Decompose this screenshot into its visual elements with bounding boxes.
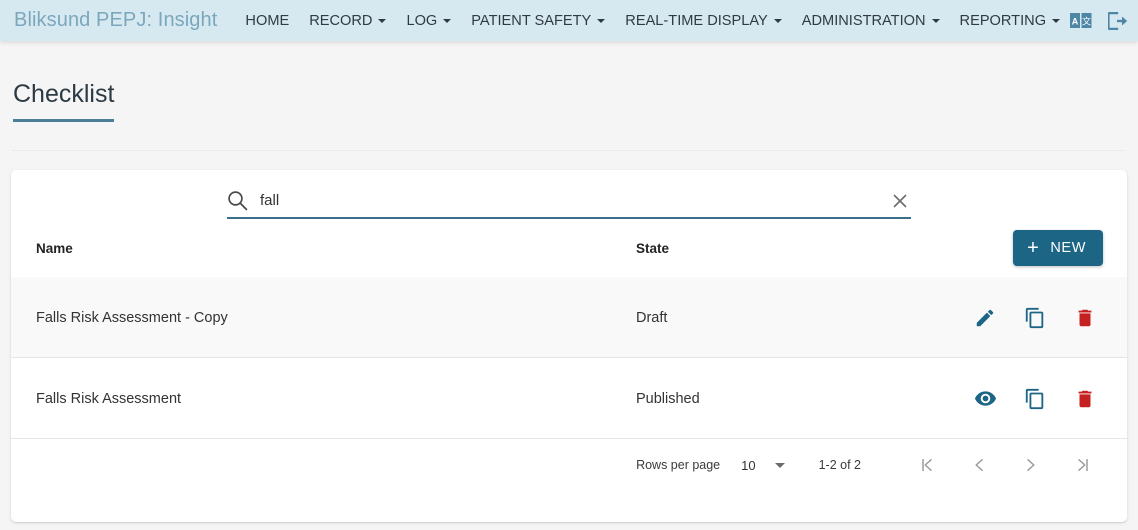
next-page-icon[interactable] [1011, 445, 1051, 485]
paginator: Rows per page 10 1-2 of 2 [11, 439, 1127, 491]
nav-right-actions: A 文 [1070, 11, 1134, 30]
edit-icon[interactable] [973, 306, 997, 330]
chevron-down-icon [597, 18, 606, 23]
chevron-down-icon [378, 18, 387, 23]
nav-item-label: REAL-TIME DISPLAY [625, 12, 768, 29]
brand-logo[interactable]: Bliksund PEPJ: Insight [14, 9, 217, 32]
table-row[interactable]: Falls Risk Assessment Published [11, 358, 1127, 440]
page-body: Checklist Na [0, 41, 1138, 530]
table-row[interactable]: Falls Risk Assessment - Copy Draft [11, 277, 1127, 359]
nav-item-label: REPORTING [959, 12, 1047, 29]
rows-per-page-label: Rows per page [636, 458, 721, 473]
range-label: 1-2 of 2 [818, 458, 861, 473]
delete-icon[interactable] [1073, 387, 1097, 411]
nav-item-reporting[interactable]: REPORTING [950, 7, 1071, 35]
rows-per-page-select[interactable]: 10 [741, 457, 785, 473]
nav-item-patient-safety[interactable]: PATIENT SAFETY [461, 7, 615, 35]
nav-item-record[interactable]: RECORD [299, 7, 396, 35]
row-state: Draft [636, 309, 668, 326]
row-name: Falls Risk Assessment - Copy [36, 309, 228, 326]
copy-icon[interactable] [1023, 306, 1047, 330]
rows-per-page-value: 10 [741, 457, 756, 473]
search-field [227, 190, 911, 220]
translate-icon[interactable]: A 文 [1070, 13, 1092, 28]
nav-item-real-time-display[interactable]: REAL-TIME DISPLAY [615, 7, 791, 35]
top-navbar: Bliksund PEPJ: Insight HOME RECORD LOG P… [0, 0, 1138, 41]
chevron-down-icon [1052, 18, 1061, 23]
row-actions [973, 387, 1103, 411]
svg-text:文: 文 [1082, 16, 1091, 28]
search-input[interactable] [260, 192, 879, 210]
new-button-label: NEW [1050, 240, 1086, 257]
row-state: Published [636, 390, 700, 407]
chevron-down-icon [443, 18, 452, 23]
new-button[interactable]: + NEW [1013, 230, 1103, 267]
table-header: Name State + NEW [11, 219, 1127, 277]
nav-item-label: PATIENT SAFETY [471, 12, 592, 29]
first-page-icon[interactable] [907, 445, 947, 485]
page-header: Checklist [0, 41, 1138, 123]
nav-item-log[interactable]: LOG [396, 7, 461, 35]
view-icon[interactable] [973, 387, 997, 411]
search-row [11, 170, 1127, 220]
plus-icon: + [1027, 237, 1040, 260]
row-divider [11, 438, 1127, 440]
chevron-down-icon [774, 462, 785, 468]
copy-icon[interactable] [1023, 387, 1047, 411]
nav-item-label: HOME [245, 12, 290, 29]
nav-item-home[interactable]: HOME [235, 7, 299, 35]
nav-item-label: RECORD [309, 12, 373, 29]
page-title: Checklist [13, 81, 115, 123]
chevron-down-icon [931, 18, 940, 23]
header-divider [13, 150, 1125, 152]
checklist-card: Name State + NEW Falls Risk Assessment -… [11, 170, 1127, 523]
close-icon[interactable] [891, 192, 911, 210]
search-icon [227, 190, 248, 211]
nav-item-label: ADMINISTRATION [801, 12, 926, 29]
row-name: Falls Risk Assessment [36, 390, 182, 407]
last-page-icon[interactable] [1063, 445, 1103, 485]
column-header-name: Name [36, 240, 73, 256]
logout-icon[interactable] [1108, 11, 1128, 30]
chevron-down-icon [773, 18, 782, 23]
row-actions [973, 306, 1103, 330]
previous-page-icon[interactable] [959, 445, 999, 485]
column-header-state: State [636, 240, 670, 256]
delete-icon[interactable] [1073, 306, 1097, 330]
nav-item-administration[interactable]: ADMINISTRATION [792, 7, 950, 35]
svg-text:A: A [1072, 17, 1079, 27]
nav-menu: HOME RECORD LOG PATIENT SAFETY REAL-TIME… [235, 7, 1070, 35]
nav-item-label: LOG [406, 12, 438, 29]
